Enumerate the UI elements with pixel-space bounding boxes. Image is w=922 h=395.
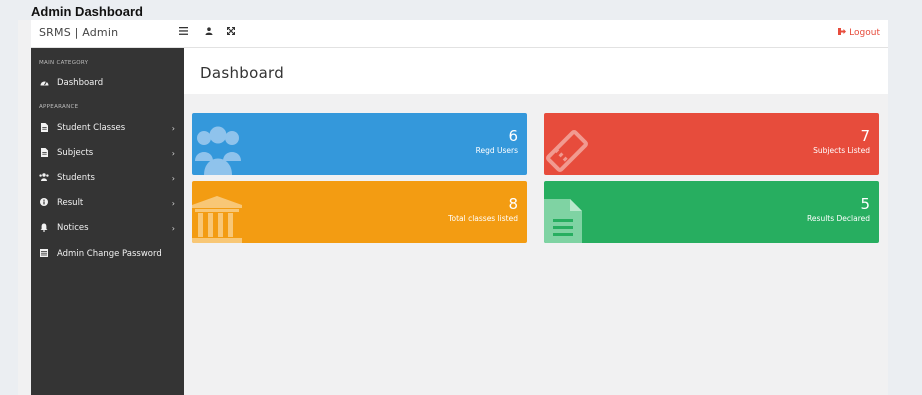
list-icon bbox=[39, 249, 49, 259]
bell-icon bbox=[39, 223, 49, 234]
user-icon[interactable] bbox=[205, 26, 213, 40]
top-navbar: SRMS | Admin Logout bbox=[31, 20, 888, 48]
stat-label: Regd Users bbox=[475, 146, 518, 155]
sidebar-item-label: Dashboard bbox=[57, 78, 104, 88]
info-icon bbox=[39, 198, 49, 208]
ticket-icon bbox=[546, 130, 588, 172]
bank-icon bbox=[192, 196, 242, 243]
sidebar-item-dashboard[interactable]: Dashboard bbox=[31, 73, 184, 93]
users-icon bbox=[39, 173, 49, 183]
stat-value: 8 bbox=[508, 195, 518, 213]
logout-label: Logout bbox=[849, 28, 880, 38]
sidebar-item-admin-change-password[interactable]: Admin Change Password bbox=[31, 244, 184, 264]
stat-value: 7 bbox=[860, 127, 870, 145]
stat-card-regd-users[interactable]: 6 Regd Users bbox=[192, 113, 527, 175]
sidebar-item-student-classes[interactable]: Student Classes › bbox=[31, 118, 184, 138]
stat-card-results-declared[interactable]: 5 Results Declared bbox=[544, 181, 879, 243]
stat-value: 6 bbox=[508, 127, 518, 145]
stat-label: Total classes listed bbox=[448, 214, 518, 223]
sidebar-item-label: Subjects bbox=[57, 148, 94, 158]
users-icon bbox=[195, 126, 241, 175]
chevron-right-icon: › bbox=[171, 173, 175, 183]
chevron-right-icon: › bbox=[171, 198, 175, 208]
file-icon bbox=[39, 147, 49, 159]
stat-card-subjects-listed[interactable]: 7 Subjects Listed bbox=[544, 113, 879, 175]
page-title: Dashboard bbox=[200, 64, 285, 82]
stat-value: 5 bbox=[860, 195, 870, 213]
chevron-right-icon: › bbox=[171, 148, 175, 158]
page-caption: Admin Dashboard bbox=[31, 4, 143, 19]
stat-label: Subjects Listed bbox=[813, 146, 870, 155]
stat-card-total-classes[interactable]: 8 Total classes listed bbox=[192, 181, 527, 243]
sidebar-item-label: Student Classes bbox=[57, 123, 126, 133]
sidebar: MAIN CATEGORY Dashboard APPEARANCE Stude… bbox=[31, 48, 184, 395]
menu-icon[interactable] bbox=[179, 26, 188, 40]
dashboard-icon bbox=[39, 79, 49, 88]
sidebar-item-subjects[interactable]: Subjects › bbox=[31, 143, 184, 163]
page-header: Dashboard bbox=[184, 48, 888, 94]
sidebar-item-label: Result bbox=[57, 198, 84, 208]
document-icon bbox=[544, 199, 582, 243]
sidebar-item-notices[interactable]: Notices › bbox=[31, 218, 184, 238]
sidebar-category-appearance: APPEARANCE bbox=[39, 104, 79, 110]
sidebar-item-students[interactable]: Students › bbox=[31, 168, 184, 188]
file-icon bbox=[39, 122, 49, 134]
sidebar-item-label: Notices bbox=[57, 223, 89, 233]
expand-icon[interactable] bbox=[227, 26, 235, 40]
chevron-right-icon: › bbox=[171, 223, 175, 233]
sidebar-category-main: MAIN CATEGORY bbox=[39, 60, 89, 66]
app-frame: SRMS | Admin Logout MAIN CATEGORY Dashbo… bbox=[18, 20, 888, 395]
stat-label: Results Declared bbox=[807, 214, 870, 223]
sidebar-item-label: Students bbox=[57, 173, 95, 183]
logout-icon bbox=[838, 28, 847, 38]
sidebar-item-label: Admin Change Password bbox=[57, 249, 162, 259]
sidebar-item-result[interactable]: Result › bbox=[31, 193, 184, 213]
chevron-right-icon: › bbox=[171, 123, 175, 133]
brand-title[interactable]: SRMS | Admin bbox=[39, 26, 118, 39]
logout-link[interactable]: Logout bbox=[838, 28, 880, 38]
